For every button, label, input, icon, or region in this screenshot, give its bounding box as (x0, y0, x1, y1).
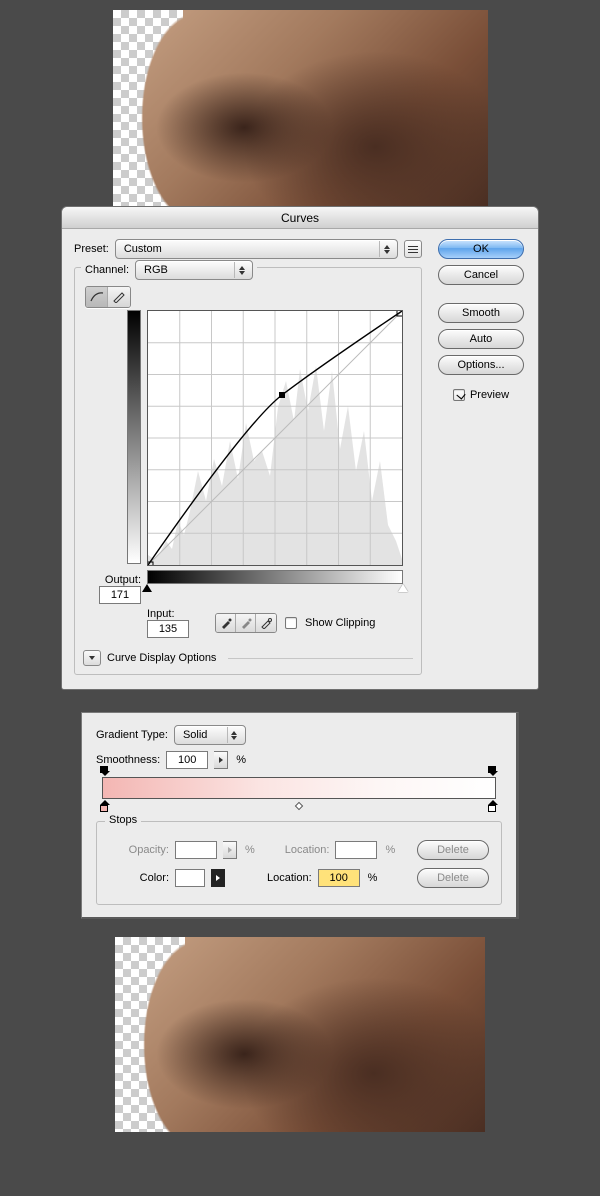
white-eyedropper-icon[interactable] (256, 614, 276, 632)
preview-checkbox[interactable] (453, 389, 465, 401)
eyedropper-group (215, 613, 277, 633)
gradient-type-select[interactable]: Solid (174, 725, 246, 745)
percent-label: % (236, 754, 246, 766)
black-point-slider[interactable] (142, 584, 152, 592)
dialog-title: Curves (62, 207, 538, 229)
opacity-stop-left[interactable] (100, 766, 110, 776)
ok-button[interactable]: OK (438, 239, 524, 259)
smoothness-stepper[interactable] (214, 751, 228, 769)
output-field[interactable]: 171 (99, 586, 141, 604)
opacity-location-label: Location: (285, 844, 330, 856)
color-menu-button[interactable] (211, 869, 225, 887)
curve-pencil-tool[interactable] (108, 287, 130, 307)
channel-value: RGB (144, 264, 168, 276)
transparency-checker (115, 937, 185, 1132)
output-label: Output: (105, 574, 141, 586)
disclosure-label: Curve Display Options (107, 652, 216, 664)
stepper-icon (234, 262, 248, 278)
color-stop-left[interactable] (100, 800, 110, 812)
gradient-type-label: Gradient Type: (96, 729, 168, 741)
output-gradient (127, 310, 141, 564)
channel-select[interactable]: RGB (135, 260, 253, 280)
stepper-icon (227, 727, 241, 743)
color-well[interactable] (175, 869, 205, 887)
preset-select[interactable]: Custom (115, 239, 398, 259)
gray-eyedropper-icon[interactable] (236, 614, 256, 632)
canvas-preview-bottom (115, 937, 485, 1132)
gradient-editor-panel: Gradient Type: Solid Smoothness: 100 % (81, 712, 519, 919)
auto-button[interactable]: Auto (438, 329, 524, 349)
color-delete-button: Delete (417, 868, 489, 888)
gradient-midpoint[interactable] (295, 802, 303, 810)
smoothness-field[interactable]: 100 (166, 751, 208, 769)
opacity-stop-label: Opacity: (109, 844, 169, 856)
opacity-delete-button: Delete (417, 840, 489, 860)
color-location-field[interactable]: 100 (318, 869, 360, 887)
smooth-button[interactable]: Smooth (438, 303, 524, 323)
input-label: Input: (147, 608, 189, 620)
color-stop-right[interactable] (488, 800, 498, 812)
canvas-preview-top (113, 10, 488, 206)
show-clipping-checkbox[interactable] (285, 617, 297, 629)
opacity-location-field (335, 841, 377, 859)
opacity-stepper (223, 841, 237, 859)
black-eyedropper-icon[interactable] (216, 614, 236, 632)
transparency-checker (113, 10, 183, 206)
curves-dialog: Curves Preset: Custom Channel: RGB (61, 206, 539, 690)
curve-point-tool[interactable] (86, 287, 108, 307)
opacity-stop-right[interactable] (488, 766, 498, 776)
curve-edit-mode (85, 286, 131, 308)
divider (228, 658, 413, 659)
channel-label: Channel: (85, 264, 129, 276)
opacity-field (175, 841, 217, 859)
show-clipping-label: Show Clipping (305, 617, 375, 629)
input-gradient (147, 570, 403, 584)
options-button[interactable]: Options... (438, 355, 524, 375)
stepper-icon (379, 241, 393, 257)
preset-value: Custom (124, 243, 162, 255)
preview-label: Preview (470, 389, 509, 401)
preset-label: Preset: (74, 243, 109, 255)
curve-graph[interactable] (147, 310, 403, 566)
preset-menu-icon[interactable] (404, 240, 422, 258)
color-stop-label: Color: (109, 872, 169, 884)
color-location-label: Location: (267, 872, 312, 884)
percent-label: % (385, 844, 395, 856)
percent-label: % (245, 844, 255, 856)
percent-label: % (368, 872, 378, 884)
white-point-slider[interactable] (398, 584, 408, 592)
disclosure-button[interactable] (83, 650, 101, 666)
cancel-button[interactable]: Cancel (438, 265, 524, 285)
input-field[interactable]: 135 (147, 620, 189, 638)
smoothness-label: Smoothness: (96, 754, 160, 766)
stops-legend: Stops (105, 814, 141, 826)
gradient-preview-bar[interactable] (102, 777, 496, 799)
bw-point-sliders[interactable] (147, 584, 403, 596)
gradient-type-value: Solid (183, 729, 207, 741)
